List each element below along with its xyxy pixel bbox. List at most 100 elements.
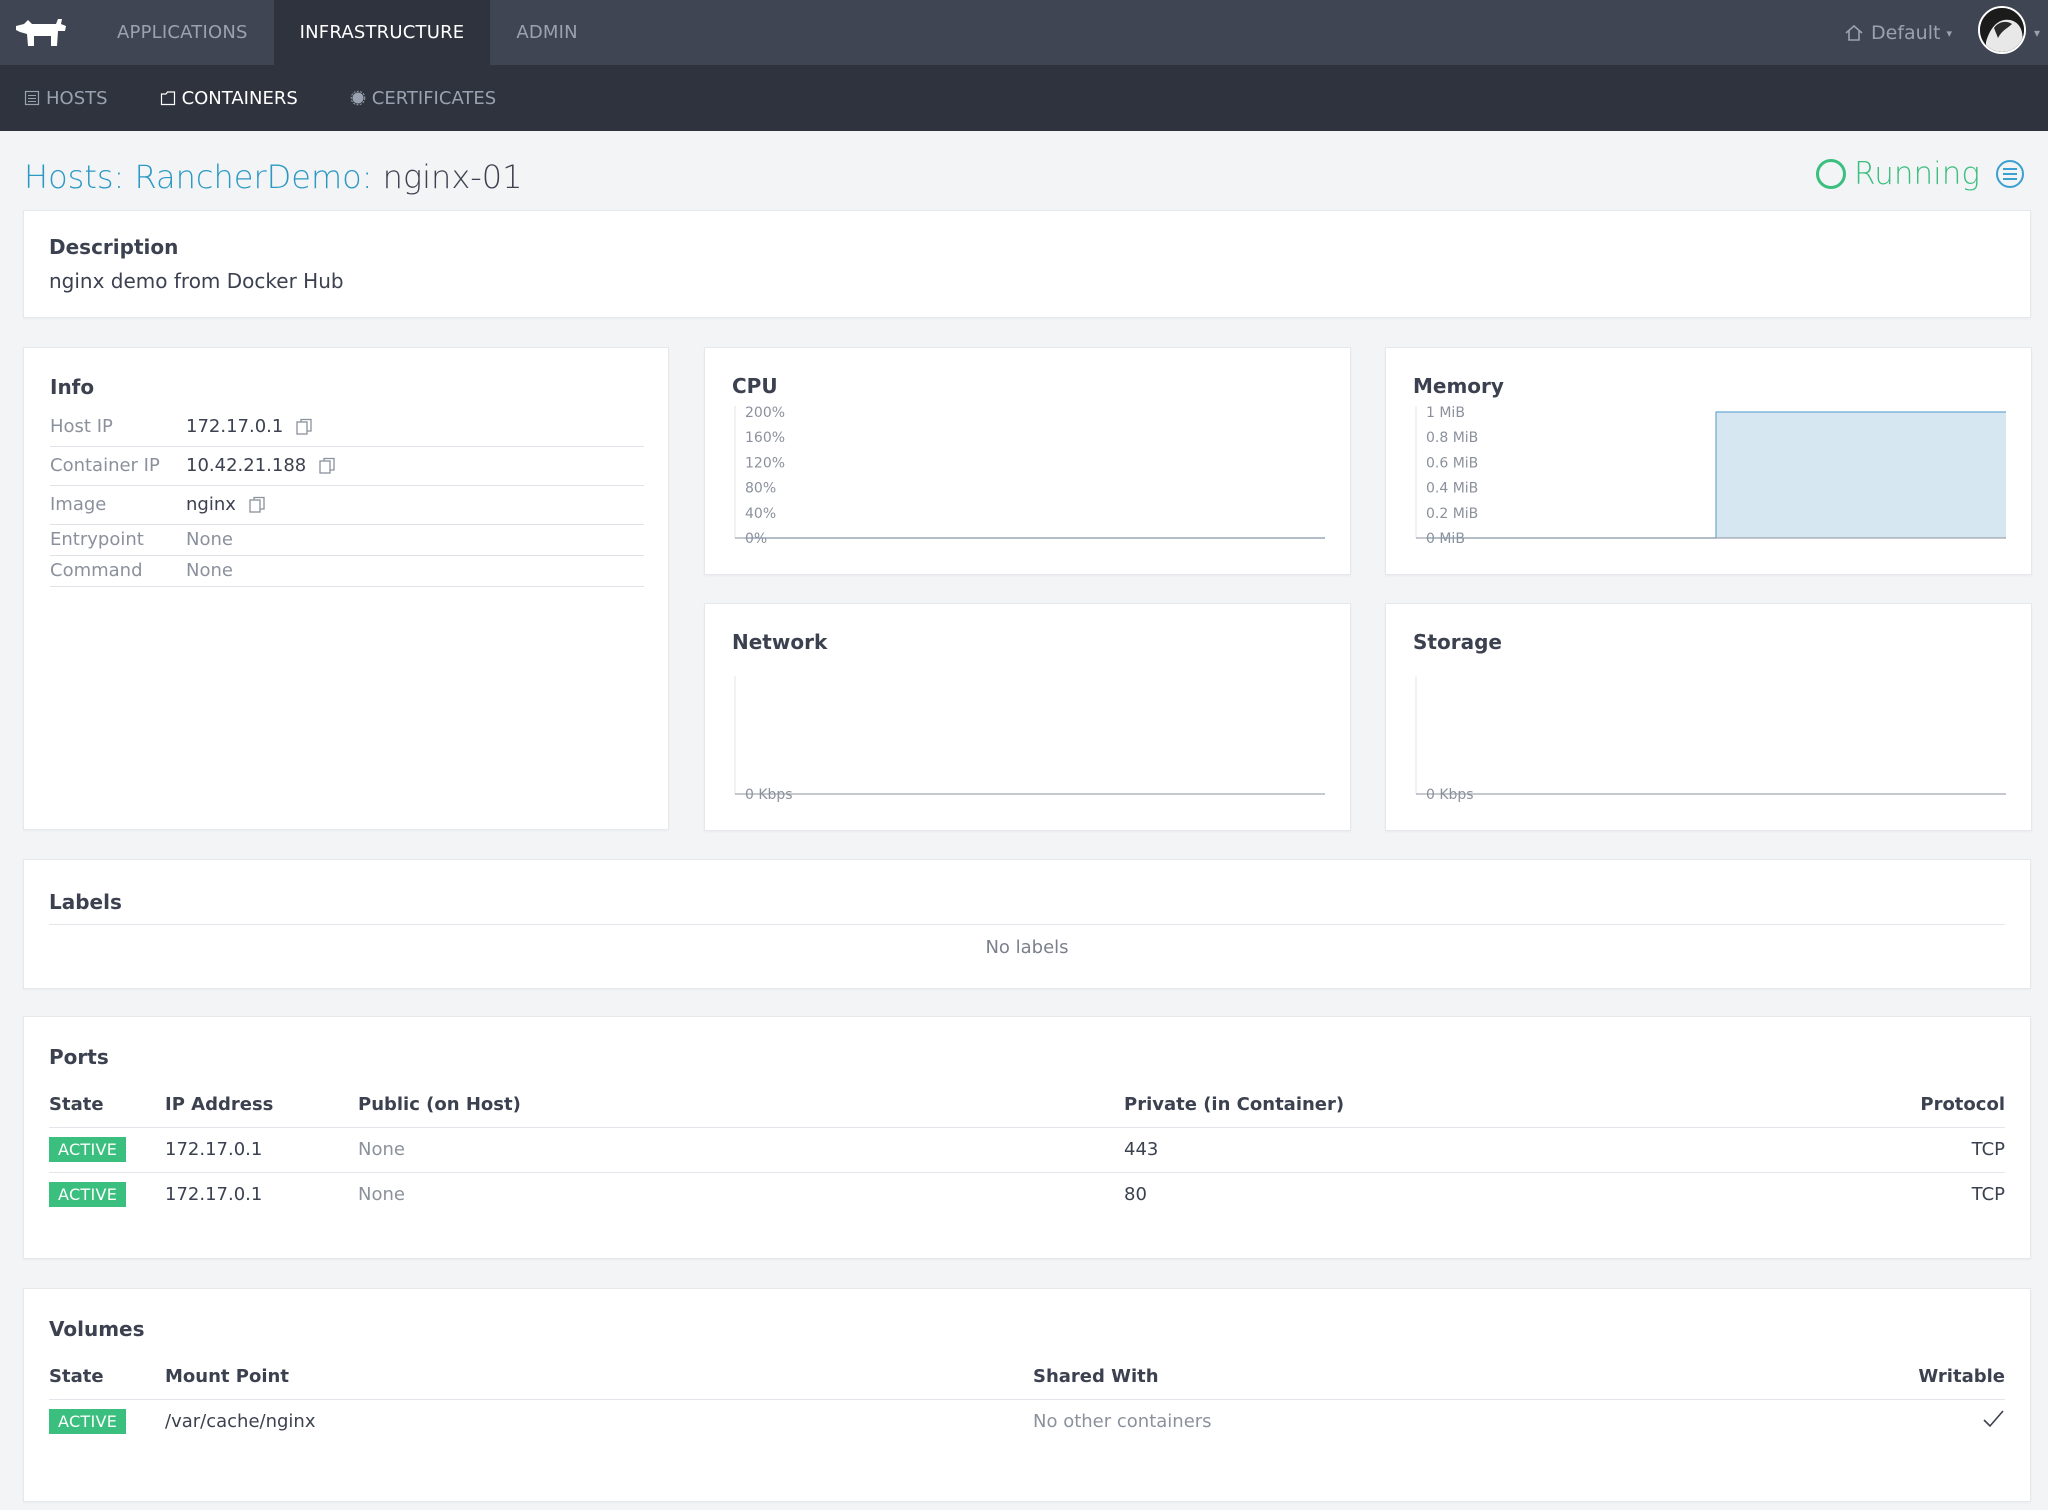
cpu-chart-card: 200% 160% 120% 80% 40% 0% CPU — [704, 347, 1351, 575]
certificate-icon — [350, 90, 366, 106]
ip-cell: 172.17.0.1 — [165, 1184, 263, 1206]
environment-label: Default — [1871, 22, 1941, 44]
info-value-cell: 10.42.21.188 — [186, 446, 644, 486]
private-port-cell: 443 — [1124, 1127, 1761, 1173]
info-row-image: Image nginx — [50, 485, 644, 525]
running-status-icon — [1816, 159, 1847, 189]
column-header-mount-point: Mount Point — [165, 1355, 1033, 1400]
user-avatar[interactable] — [1978, 6, 2026, 54]
column-header-state: State — [49, 1355, 165, 1400]
cpu-y-tick-label: 120% — [745, 455, 785, 471]
memory-y-tick-label: 1 MiB — [1426, 405, 1465, 421]
description-heading: Description — [49, 235, 179, 259]
status-indicator: Running — [1816, 156, 2024, 192]
copy-icon[interactable] — [318, 457, 336, 475]
subnav-hosts[interactable]: HOSTS — [24, 88, 108, 109]
state-cell: ACTIVE — [49, 1399, 165, 1444]
state-cell: ACTIVE — [49, 1127, 165, 1173]
memory-y-tick-label: 0.6 MiB — [1426, 455, 1478, 471]
breadcrumb[interactable]: Hosts: RancherDemo: — [24, 158, 372, 196]
memory-chart-title: Memory — [1413, 374, 1504, 398]
status-badge: ACTIVE — [49, 1182, 127, 1208]
info-key: Host IP — [50, 407, 186, 447]
cpu-y-tick-label: 160% — [745, 430, 785, 446]
labels-card: Labels No labels — [23, 859, 2031, 989]
description-card: Description nginx demo from Docker Hub — [23, 210, 2031, 318]
containers-icon — [160, 91, 175, 106]
nav-tab-admin[interactable]: ADMIN — [490, 0, 603, 65]
nav-tab-infrastructure[interactable]: INFRASTRUCTURE — [273, 0, 491, 65]
public-port-cell: None — [358, 1127, 1124, 1173]
ip-cell: 172.17.0.1 — [165, 1127, 358, 1173]
actions-menu-icon[interactable] — [1996, 160, 2024, 188]
column-header-private: Private (in Container) — [1124, 1083, 1761, 1128]
nav-tab-applications[interactable]: APPLICATIONS — [91, 0, 274, 65]
info-value-cell: 172.17.0.1 — [186, 407, 644, 447]
info-key: Entrypoint — [50, 524, 186, 556]
private-port-cell: 80 — [1124, 1184, 1147, 1206]
command-value: None — [186, 555, 644, 587]
copy-icon[interactable] — [248, 496, 266, 514]
table-row: ACTIVE /var/cache/nginx No other contain… — [49, 1399, 2005, 1444]
public-port-cell: None — [358, 1184, 405, 1206]
image-value: nginx — [186, 494, 236, 515]
home-icon — [1845, 24, 1863, 41]
info-card: Info Host IP 172.17.0.1 Container IP 10.… — [23, 347, 669, 830]
subnav-containers-label: CONTAINERS — [181, 87, 298, 109]
memory-y-tick-label: 0.4 MiB — [1426, 481, 1478, 497]
cpu-y-tick-label: 200% — [745, 405, 785, 421]
chevron-down-icon: ▾ — [1946, 26, 1952, 40]
user-menu-chevron-icon[interactable]: ▾ — [2034, 26, 2040, 40]
page-title: Hosts: RancherDemo: nginx-01 — [24, 158, 523, 196]
cpu-y-tick-label: 40% — [745, 506, 776, 522]
container-name: nginx-01 — [382, 158, 523, 196]
info-row-entrypoint: Entrypoint None — [50, 524, 644, 556]
info-table: Host IP 172.17.0.1 Container IP 10.42.21… — [50, 407, 644, 587]
storage-chart-card: 0 Kbps Storage — [1385, 603, 2032, 831]
environment-switcher[interactable]: Default ▾ — [1843, 22, 1952, 44]
subnav-certificates[interactable]: CERTIFICATES — [350, 88, 496, 109]
storage-chart-title: Storage — [1413, 630, 1502, 654]
description-text: nginx demo from Docker Hub — [49, 269, 344, 293]
volumes-card: Volumes State Mount Point Shared With Wr… — [23, 1288, 2031, 1502]
sub-navigation-bar: HOSTS CONTAINERS CERTIFICATES — [0, 65, 2048, 131]
network-chart-card: 0 Kbps Network — [704, 603, 1351, 831]
status-badge: ACTIVE — [49, 1137, 127, 1162]
shared-with-cell: No other containers — [1033, 1411, 1212, 1433]
info-value-cell: nginx — [186, 485, 644, 525]
protocol-cell: TCP — [1760, 1127, 2005, 1173]
info-heading: Info — [50, 375, 95, 399]
status-label: Running — [1854, 156, 1980, 192]
table-header-row: State Mount Point Shared With Writable — [49, 1355, 2005, 1400]
memory-y-tick-label: 0 MiB — [1426, 531, 1465, 547]
cpu-chart-title: CPU — [732, 374, 778, 398]
divider — [49, 924, 2005, 925]
info-row-host-ip: Host IP 172.17.0.1 — [50, 407, 644, 447]
table-row: ACTIVE 172.17.0.1 None 80 TCP — [49, 1172, 2005, 1217]
mount-point-cell: /var/cache/nginx — [165, 1411, 316, 1433]
info-key: Command — [50, 555, 186, 587]
table-row: ACTIVE 172.17.0.1 None 443 TCP — [49, 1127, 2005, 1173]
column-header-shared-with: Shared With — [1033, 1355, 1688, 1400]
subnav-containers[interactable]: CONTAINERS — [160, 88, 298, 109]
status-badge: ACTIVE — [49, 1409, 127, 1435]
hosts-icon — [24, 90, 40, 106]
cpu-y-tick-label: 80% — [745, 481, 776, 497]
column-header-ip-address: IP Address — [165, 1083, 358, 1128]
copy-icon[interactable] — [295, 418, 313, 436]
column-header-public: Public (on Host) — [358, 1083, 1124, 1128]
column-header-writable: Writable — [1687, 1355, 2005, 1400]
checkmark-icon — [1983, 1410, 2004, 1428]
subnav-certificates-label: CERTIFICATES — [371, 87, 497, 109]
rancher-logo-icon[interactable] — [12, 16, 70, 50]
column-header-protocol: Protocol — [1760, 1083, 2005, 1128]
info-row-container-ip: Container IP 10.42.21.188 — [50, 446, 644, 486]
labels-empty-message: No labels — [985, 937, 1069, 958]
ports-card: Ports State IP Address Public (on Host) … — [23, 1016, 2031, 1259]
avatar-image — [1980, 8, 2024, 52]
info-row-command: Command None — [50, 555, 644, 587]
memory-y-tick-label: 0.2 MiB — [1426, 506, 1478, 522]
ports-heading: Ports — [49, 1045, 109, 1069]
state-cell: ACTIVE — [49, 1172, 165, 1217]
volumes-table: State Mount Point Shared With Writable A… — [49, 1355, 2005, 1444]
